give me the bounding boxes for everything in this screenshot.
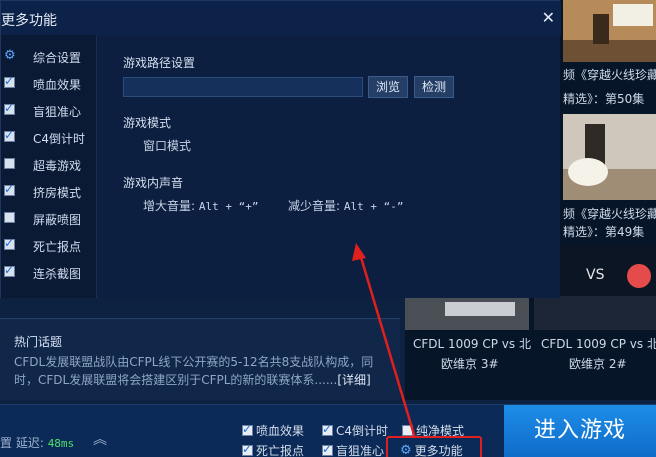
checkbox-icon[interactable] bbox=[4, 74, 15, 88]
checkbox-icon[interactable] bbox=[4, 212, 15, 223]
volume-down-keys: Alt + “-” bbox=[343, 200, 404, 213]
dialog-sidebar: ⚙ 综合设置 喷血效果 盲狙准心 C4倒计时 超毒游戏 挤房模式 bbox=[1, 35, 97, 298]
sidebar-item-killstreak-screenshot[interactable]: 连杀截图 bbox=[1, 262, 97, 282]
close-icon[interactable]: ✕ bbox=[542, 10, 555, 26]
video-card[interactable] bbox=[563, 114, 656, 200]
sidebar-item-label: 挤房模式 bbox=[33, 186, 82, 200]
sidebar-item-label: 综合设置 bbox=[33, 51, 82, 65]
option-blind-scope[interactable]: 盲狙准心 bbox=[322, 442, 384, 457]
checkbox-icon[interactable] bbox=[4, 263, 15, 277]
checkbox-icon[interactable] bbox=[4, 236, 15, 250]
checkbox-icon[interactable] bbox=[4, 158, 15, 169]
sidebar-item-block-sprays[interactable]: 屏蔽喷图 bbox=[1, 208, 97, 228]
option-label: 死亡报点 bbox=[256, 444, 305, 457]
dialog-content: 游戏路径设置 浏览 检测 游戏模式 窗口模式 游戏内声音 增大音量: Alt +… bbox=[98, 35, 560, 298]
video-title[interactable]: CFDL 1009 CP vs 北 bbox=[541, 335, 656, 352]
video-thumbnail bbox=[563, 0, 656, 62]
sidebar-item-label: 死亡报点 bbox=[33, 240, 82, 254]
option-death-report[interactable]: 死亡报点 bbox=[242, 442, 304, 457]
more-features-dialog: 更多功能 ✕ ⚙ 综合设置 喷血效果 盲狙准心 C4倒计时 超毒游戏 bbox=[0, 0, 561, 298]
path-section-title: 游戏路径设置 bbox=[123, 56, 196, 70]
video-title[interactable]: 频《穿越火线珍藏 bbox=[563, 66, 656, 83]
option-blood-effect[interactable]: 喷血效果 bbox=[242, 422, 304, 439]
dialog-title: 更多功能 bbox=[1, 13, 57, 29]
mode-section-title: 游戏模式 bbox=[123, 116, 172, 130]
latency-readout: 置 延迟: 48ms bbox=[0, 434, 74, 451]
chevron-up-icon[interactable]: ︽ bbox=[93, 429, 107, 449]
sidebar-item-toxic-game[interactable]: 超毒游戏 bbox=[1, 154, 97, 174]
checkbox-icon[interactable] bbox=[322, 422, 333, 436]
checkbox-icon[interactable] bbox=[4, 101, 15, 115]
sidebar-item-label: 超毒游戏 bbox=[33, 159, 82, 173]
hot-topics-text: CFDL发展联盟战队由CFPL线下公开赛的5-12名共8支战队构成，同时，CFD… bbox=[14, 353, 374, 389]
video-card[interactable] bbox=[563, 0, 656, 62]
video-title[interactable]: 频《穿越火线珍藏 bbox=[563, 205, 656, 222]
sidebar-item-death-report[interactable]: 死亡报点 bbox=[1, 235, 97, 255]
volume-up-hotkey: 增大音量: Alt + “+” bbox=[143, 197, 258, 214]
option-c4-timer[interactable]: C4倒计时 bbox=[322, 422, 388, 439]
sidebar-item-label: 连杀截图 bbox=[33, 267, 82, 281]
volume-up-label: 增大音量: bbox=[143, 199, 196, 213]
hot-topics-heading: 热门话题 bbox=[14, 335, 63, 349]
volume-up-keys: Alt + “+” bbox=[198, 200, 259, 213]
video-title[interactable]: 欧维京 3# bbox=[441, 355, 531, 372]
gear-icon: ⚙ bbox=[4, 48, 16, 63]
video-title[interactable]: 精选》：第50集 bbox=[563, 90, 656, 107]
hot-topics-panel: 热门话题 CFDL发展联盟战队由CFPL线下公开赛的5-12名共8支战队构成，同… bbox=[0, 318, 400, 400]
sidebar-item-blind-scope[interactable]: 盲狙准心 bbox=[1, 100, 97, 120]
checkbox-icon[interactable] bbox=[242, 442, 253, 456]
option-label: C4倒计时 bbox=[336, 424, 389, 438]
video-title[interactable]: 欧维京 2# bbox=[569, 355, 656, 372]
checkbox-icon[interactable] bbox=[4, 128, 15, 142]
sidebar-item-label: C4倒计时 bbox=[33, 132, 86, 146]
checkbox-icon[interactable] bbox=[402, 425, 413, 436]
enter-game-button[interactable]: 进入游戏 bbox=[504, 405, 656, 457]
checkbox-icon[interactable] bbox=[322, 442, 333, 456]
sidebar-item-label: 盲狙准心 bbox=[33, 105, 82, 119]
video-title[interactable]: CFDL 1009 CP vs 北 bbox=[413, 335, 533, 352]
game-launcher-window: 频《穿越火线珍藏 精选》：第50集 频《穿越火线珍藏 精选》：第49集 VS C… bbox=[0, 0, 656, 457]
dialog-titlebar: 更多功能 ✕ bbox=[1, 1, 561, 35]
sidebar-item-blood-effect[interactable]: 喷血效果 bbox=[1, 73, 97, 93]
browse-button[interactable]: 浏览 bbox=[368, 76, 408, 98]
highlight-box bbox=[386, 436, 482, 457]
option-label: 喷血效果 bbox=[256, 424, 305, 438]
sidebar-item-general-settings[interactable]: ⚙ 综合设置 bbox=[1, 46, 97, 66]
volume-down-hotkey: 减少音量: Alt + “-” bbox=[288, 197, 403, 214]
latency-value: 48ms bbox=[47, 437, 75, 450]
hot-topics-body: CFDL发展联盟战队由CFPL线下公开赛的5-12名共8支战队构成，同时，CFD… bbox=[14, 355, 374, 387]
details-link[interactable]: [详细] bbox=[337, 373, 370, 387]
sound-section-title: 游戏内声音 bbox=[123, 176, 184, 190]
volume-down-label: 减少音量: bbox=[288, 199, 341, 213]
game-path-input[interactable] bbox=[123, 77, 363, 97]
sidebar-item-label: 屏蔽喷图 bbox=[33, 213, 82, 227]
checkbox-icon[interactable] bbox=[242, 422, 253, 436]
video-title[interactable]: 精选》：第49集 bbox=[563, 223, 656, 240]
video-thumbnail bbox=[563, 114, 656, 200]
detect-button[interactable]: 检测 bbox=[414, 76, 454, 98]
sidebar-item-label: 喷血效果 bbox=[33, 78, 82, 92]
svg-text:VS: VS bbox=[586, 267, 605, 283]
window-mode-value[interactable]: 窗口模式 bbox=[143, 137, 191, 154]
latency-label: 置 延迟: bbox=[0, 436, 44, 450]
option-label: 盲狙准心 bbox=[336, 444, 385, 457]
sidebar-item-c4-timer[interactable]: C4倒计时 bbox=[1, 127, 97, 147]
checkbox-icon[interactable] bbox=[4, 182, 15, 196]
sidebar-item-crowded-mode[interactable]: 挤房模式 bbox=[1, 181, 97, 201]
